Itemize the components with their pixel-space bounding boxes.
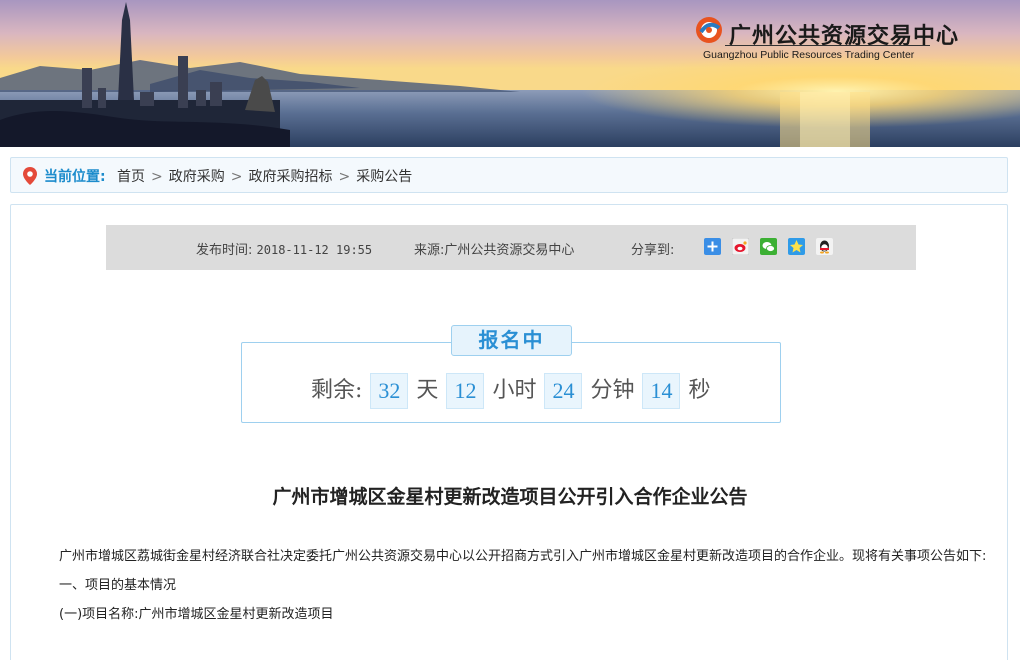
countdown-days: 32 xyxy=(370,373,409,409)
logo-emblem-icon xyxy=(696,17,722,43)
countdown-timer: 剩余: 32 天 12 小时 24 分钟 14 秒 xyxy=(311,373,710,409)
breadcrumb-separator: > xyxy=(230,169,243,185)
article-item: (一)项目名称:广州市增城区金星村更新改造项目 xyxy=(59,607,334,622)
weibo-icon[interactable] xyxy=(731,237,750,256)
publish-time-value: 2018-11-12 19:55 xyxy=(256,243,373,257)
content-panel: 发布时间: 2018-11-12 19:55 来源:广州公共资源交易中心 分享到… xyxy=(10,204,1008,660)
site-logo[interactable]: 广州公共资源交易中心 Guangzhou Public Resources Tr… xyxy=(695,16,958,66)
breadcrumb-item-notice[interactable]: 采购公告 xyxy=(356,169,412,185)
breadcrumb-separator: > xyxy=(151,169,163,185)
article-body: 广州市增城区荔城街金星村经济联合社决定委托广州公共资源交易中心以公开招商方式引入… xyxy=(31,542,991,629)
article-title: 广州市增城区金星村更新改造项目公开引入合作企业公告 xyxy=(272,486,748,508)
location-pin-icon xyxy=(23,167,37,185)
share-buttons xyxy=(704,237,839,256)
source: 来源:广州公共资源交易中心 xyxy=(414,239,574,258)
countdown-minutes: 24 xyxy=(544,373,583,409)
add-share-icon[interactable] xyxy=(704,238,721,255)
publish-time: 发布时间: 2018-11-12 19:55 xyxy=(196,239,372,258)
logo-en-name: Guangzhou Public Resources Trading Cente… xyxy=(703,49,915,61)
breadcrumb-separator: > xyxy=(338,169,351,185)
breadcrumb-label: 当前位置: xyxy=(44,169,106,185)
section-heading: 一、项目的基本情况 xyxy=(59,578,177,593)
share-label: 分享到: xyxy=(631,243,675,258)
qq-icon[interactable] xyxy=(816,238,834,255)
source-value: 广州公共资源交易中心 xyxy=(444,243,575,258)
article-paragraph: 广州市增城区荔城街金星村经济联合社决定委托广州公共资源交易中心以公开招商方式引入… xyxy=(59,549,987,564)
qzone-icon[interactable] xyxy=(788,238,806,255)
breadcrumb-trail: 首页 > 政府采购 > 政府采购招标 > 采购公告 xyxy=(117,166,412,186)
source-label: 来源: xyxy=(414,243,445,258)
countdown-seconds-unit: 秒 xyxy=(688,378,711,403)
breadcrumb-item-gov-procurement[interactable]: 政府采购 xyxy=(169,169,225,185)
countdown-seconds: 14 xyxy=(642,373,681,409)
header-banner: 广州公共资源交易中心 Guangzhou Public Resources Tr… xyxy=(0,0,1020,147)
breadcrumb-item-home[interactable]: 首页 xyxy=(117,169,145,185)
logo-divider xyxy=(725,45,930,46)
article-meta-bar: 发布时间: 2018-11-12 19:55 来源:广州公共资源交易中心 分享到… xyxy=(106,225,916,270)
countdown-minutes-unit: 分钟 xyxy=(590,378,635,403)
breadcrumb: 当前位置: 首页 > 政府采购 > 政府采购招标 > 采购公告 xyxy=(10,157,1008,193)
countdown-hours: 12 xyxy=(446,373,485,409)
registration-status-badge: 报名中 xyxy=(451,325,572,356)
countdown-days-unit: 天 xyxy=(416,378,439,403)
publish-time-label: 发布时间: xyxy=(196,243,253,258)
breadcrumb-item-procurement-tender[interactable]: 政府采购招标 xyxy=(248,169,332,185)
countdown-prefix: 剩余: xyxy=(311,378,363,403)
wechat-icon[interactable] xyxy=(760,238,778,255)
countdown-hours-unit: 小时 xyxy=(492,378,537,403)
